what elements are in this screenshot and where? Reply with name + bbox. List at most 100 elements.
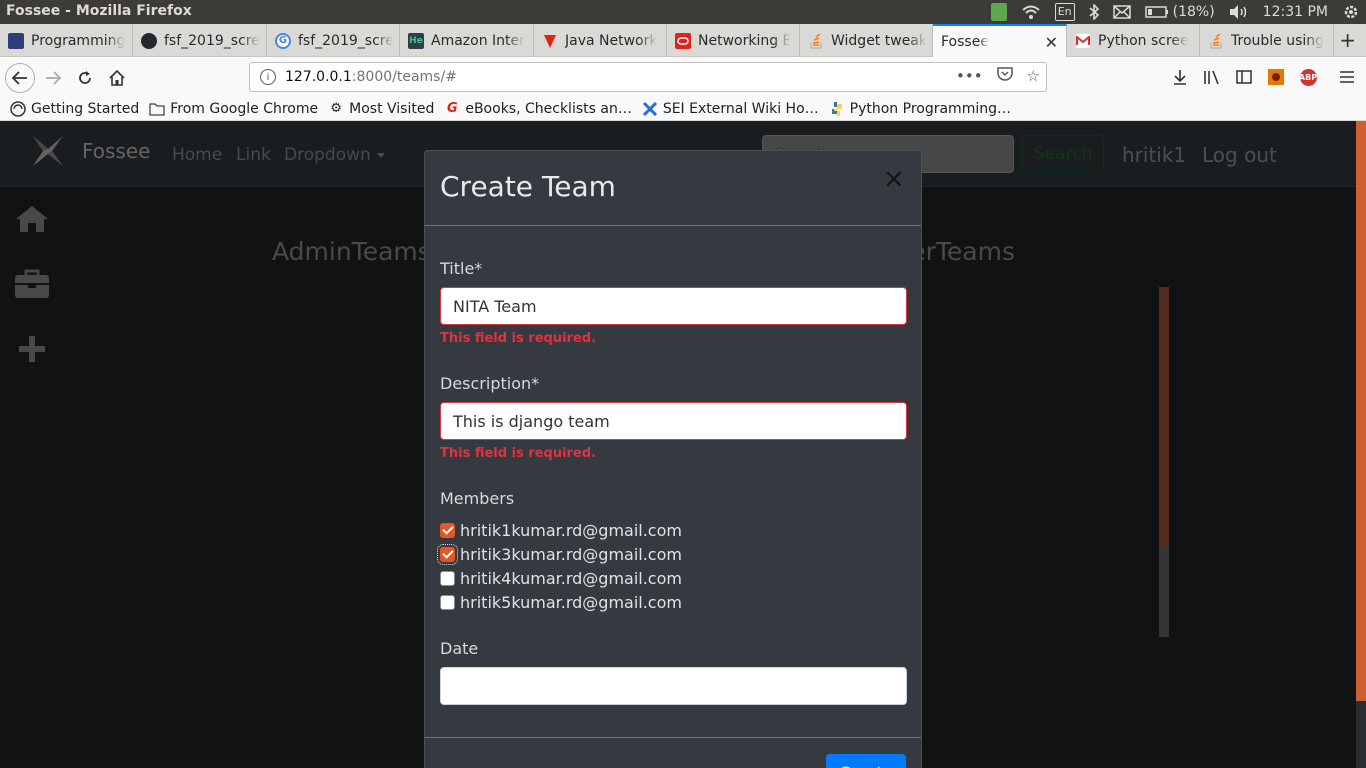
bookmark-label: Python Programming… — [849, 100, 1011, 117]
bookmark-sei-wiki[interactable]: SEI External Wiki Ho… — [642, 101, 819, 117]
modal-title: Create Team — [440, 170, 616, 203]
bookmark-most-visited[interactable]: ⚙ Most Visited — [328, 101, 434, 117]
title-error: This field is required. — [440, 331, 597, 346]
page-scrollbar[interactable] — [1356, 121, 1366, 768]
bookmark-from-google-chrome[interactable]: From Google Chrome — [149, 101, 318, 117]
tab-networking[interactable]: Networking E — [667, 24, 800, 57]
app-indicator-icon[interactable] — [990, 3, 1007, 21]
modal-footer-divider — [425, 737, 921, 738]
tab-label: Fossee — [941, 33, 989, 50]
url-bar[interactable]: i 127.0.0.1:8000/teams/# ••• ☆ — [249, 62, 1047, 92]
power-gear-icon[interactable] — [1342, 3, 1360, 21]
tab-widget-tweak[interactable]: Widget tweak — [800, 24, 933, 57]
member-option[interactable]: hritik1kumar.rd@gmail.com — [440, 519, 682, 541]
members-label: Members — [440, 489, 515, 508]
gear-icon: ⚙ — [330, 101, 342, 116]
bookmark-label: Most Visited — [349, 100, 435, 117]
browser-tab-bar: Programming fsf_2019_scre G fsf_2019_scr… — [0, 24, 1366, 57]
firefox-icon — [10, 100, 26, 117]
bookmark-label: From Google Chrome — [170, 100, 319, 117]
close-tab-icon[interactable]: ✕ — [1045, 33, 1058, 52]
description-error: This field is required. — [440, 446, 597, 461]
adblock-plus-icon[interactable]: ABP — [1297, 66, 1319, 88]
member-option[interactable]: hritik4kumar.rd@gmail.com — [440, 567, 682, 589]
clock[interactable]: 12:31 PM — [1263, 4, 1328, 20]
tab-fossee-active[interactable]: Fossee ✕ — [933, 24, 1067, 57]
browser-nav-bar: i 127.0.0.1:8000/teams/# ••• ☆ ABP — [0, 57, 1366, 97]
forward-button[interactable] — [38, 63, 68, 93]
bookmark-label: Getting Started — [31, 100, 140, 117]
system-tray: En (18%) 12:31 PM — [990, 0, 1360, 24]
create-team-modal: Create Team × Title* This field is requi… — [424, 150, 922, 768]
wifi-icon[interactable] — [1021, 3, 1041, 21]
url-path: :8000/teams/# — [351, 69, 457, 85]
tab-google-fsf[interactable]: G fsf_2019_scre — [267, 24, 400, 57]
tab-label: Java Network — [565, 32, 658, 49]
bookmark-getting-started[interactable]: Getting Started — [10, 101, 139, 117]
keyboard-layout-indicator[interactable]: En — [1054, 3, 1075, 21]
title-label: Title* — [440, 259, 483, 278]
bookmark-ebooks[interactable]: G eBooks, Checklists an… — [444, 101, 632, 117]
home-button[interactable] — [102, 63, 132, 93]
bookmark-label: SEI External Wiki Ho… — [662, 100, 819, 117]
oracle-icon — [675, 32, 691, 49]
tab-label: Python scree — [1098, 32, 1189, 49]
tab-label: Programming — [31, 32, 126, 49]
title-input[interactable] — [440, 287, 907, 325]
bookmark-python-programming[interactable]: Python Programming… — [829, 101, 1011, 117]
extension-sun-icon[interactable] — [1265, 66, 1287, 88]
stackoverflow-icon — [1208, 32, 1224, 49]
url-host: 127.0.0.1 — [285, 69, 352, 85]
date-input[interactable] — [440, 667, 907, 705]
tab-label: fsf_2019_scre — [164, 32, 260, 49]
bookmarks-bar: Getting Started From Google Chrome ⚙ Mos… — [0, 97, 1366, 121]
tab-label: Trouble using — [1231, 32, 1325, 49]
pocket-icon[interactable] — [996, 67, 1013, 85]
bluetooth-icon[interactable] — [1089, 3, 1099, 21]
volume-icon[interactable] — [1229, 3, 1249, 21]
member-checkbox[interactable] — [440, 594, 455, 610]
close-icon[interactable]: × — [883, 166, 905, 192]
tab-github-fsf[interactable]: fsf_2019_scre — [133, 24, 267, 57]
new-tab-button[interactable]: + — [1339, 28, 1356, 52]
member-option[interactable]: hritik3kumar.rd@gmail.com — [437, 543, 682, 565]
tab-python-screen[interactable]: Python scree — [1067, 24, 1200, 57]
bookmark-star-icon[interactable]: ☆ — [1027, 67, 1040, 85]
menu-icon[interactable] — [1336, 66, 1358, 88]
date-label: Date — [440, 639, 479, 658]
member-email: hritik5kumar.rd@gmail.com — [460, 592, 682, 612]
os-top-bar: Fossee - Mozilla Firefox En (18%) 12:31 … — [0, 0, 1366, 24]
github-icon — [141, 32, 157, 49]
tab-trouble-using[interactable]: Trouble using — [1200, 24, 1334, 57]
tab-label: Amazon Inter — [431, 32, 525, 49]
member-email: hritik3kumar.rd@gmail.com — [460, 544, 682, 564]
tab-java-network[interactable]: Java Network — [534, 24, 667, 57]
page-scroll-thumb[interactable] — [1356, 121, 1366, 701]
member-checkbox[interactable] — [440, 570, 455, 586]
sidebar-icon[interactable] — [1233, 66, 1255, 88]
back-button[interactable] — [5, 63, 35, 93]
page-actions-icon[interactable]: ••• — [956, 67, 983, 85]
folder-icon — [149, 101, 165, 117]
python-icon — [829, 101, 845, 117]
reload-button[interactable] — [70, 63, 100, 93]
site-info-icon[interactable]: i — [260, 69, 276, 85]
description-label: Description* — [440, 374, 540, 393]
geeksforgeeks-icon — [542, 33, 558, 49]
tab-label: Networking E — [698, 32, 792, 49]
battery-icon[interactable] — [1144, 3, 1169, 21]
g-icon: G — [447, 101, 458, 116]
member-checkbox[interactable] — [437, 543, 458, 565]
member-option[interactable]: hritik5kumar.rd@gmail.com — [440, 591, 682, 613]
member-email: hritik4kumar.rd@gmail.com — [460, 568, 682, 588]
google-icon: G — [275, 32, 291, 49]
mail-icon[interactable] — [1112, 3, 1131, 21]
tab-amazon[interactable]: He Amazon Inter — [400, 24, 534, 57]
description-input[interactable] — [440, 402, 907, 440]
create-team-button[interactable]: Create — [826, 754, 906, 768]
tab-programming[interactable]: Programming — [0, 24, 133, 57]
member-checkbox[interactable] — [440, 522, 455, 538]
gmail-icon — [1075, 32, 1091, 49]
downloads-icon[interactable] — [1169, 66, 1191, 88]
library-icon[interactable] — [1201, 66, 1223, 88]
